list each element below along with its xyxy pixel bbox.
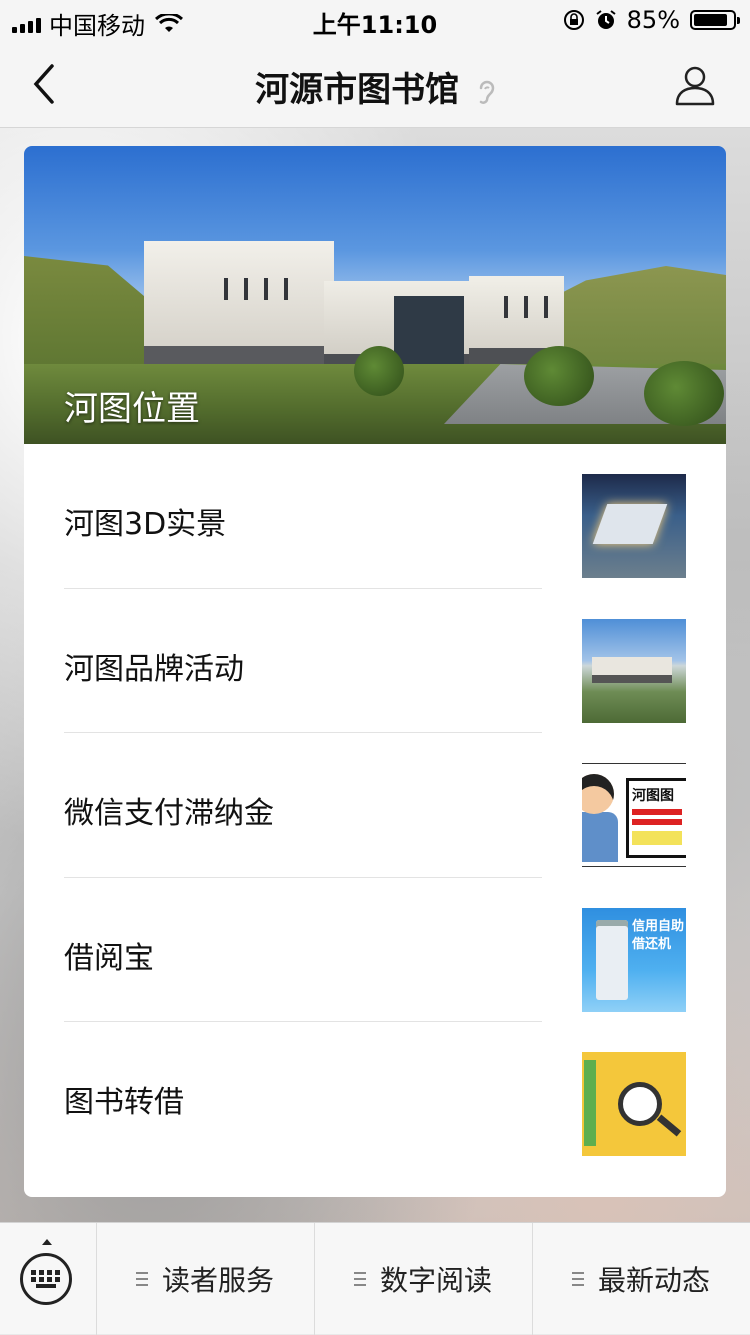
list-item-label: 借阅宝	[64, 940, 154, 976]
list-item-brand-activities[interactable]: 河图品牌活动	[24, 589, 726, 733]
menu-list: 河图3D实景 河图品牌活动 微信支付滞纳金 河图图 借阅宝 信用自助 借还机 图…	[24, 444, 726, 1167]
magnifier-poster-thumbnail	[582, 1052, 686, 1156]
window	[284, 278, 288, 300]
bottom-menu: 读者服务 数字阅读 最新动态	[0, 1222, 750, 1335]
list-item-borrow-treasure[interactable]: 借阅宝 信用自助 借还机	[24, 878, 726, 1022]
page-title-text: 河源市图书馆	[255, 70, 460, 110]
alarm-icon	[596, 10, 616, 29]
list-item-label: 微信支付滞纳金	[64, 796, 274, 831]
tree	[644, 361, 724, 426]
list-item-label: 图书转借	[64, 1085, 184, 1120]
tree	[354, 346, 404, 396]
listen-ear-icon	[479, 80, 495, 104]
window	[544, 296, 548, 318]
kiosk-thumbnail: 信用自助 借还机	[582, 907, 686, 1012]
window	[244, 278, 248, 300]
menu-lines-icon	[571, 1272, 584, 1286]
3d-building-thumbnail	[582, 474, 686, 578]
window	[524, 296, 528, 318]
battery-percent: 85%	[626, 6, 680, 34]
menu-card: 河图位置 河图3D实景 河图品牌活动 微信支付滞纳金 河图图 借阅宝 信用自助 …	[24, 146, 726, 1197]
navigation-bar: 河源市图书馆	[0, 40, 750, 128]
library-building-main	[144, 241, 334, 376]
kiosk-text: 信用自助 借还机	[632, 918, 685, 952]
library-location-banner[interactable]: 河图位置	[24, 146, 726, 444]
caret-up-icon	[42, 1239, 52, 1245]
window	[224, 278, 228, 300]
list-item-label: 河图品牌活动	[64, 651, 244, 687]
library-entrance	[394, 296, 464, 366]
keyboard-toggle-button[interactable]	[0, 1223, 97, 1335]
menu-lines-icon	[353, 1272, 366, 1286]
profile-icon[interactable]	[674, 64, 716, 106]
tab-digital-reading[interactable]: 数字阅读	[314, 1223, 533, 1335]
window	[504, 296, 508, 318]
cartoon-sign-thumbnail: 河图图	[582, 763, 686, 867]
status-bar: 中国移动 上午11:10 85%	[0, 0, 750, 40]
tab-label: 最新动态	[597, 1264, 710, 1297]
page-title: 河源市图书馆	[0, 62, 750, 111]
library-photo-thumbnail	[582, 618, 686, 723]
tab-label: 数字阅读	[379, 1264, 492, 1297]
list-item-3d-view[interactable]: 河图3D实景	[24, 444, 726, 589]
tab-reader-services[interactable]: 读者服务	[96, 1223, 315, 1335]
banner-caption: 河图位置	[64, 389, 200, 429]
window	[264, 278, 268, 300]
orientation-lock-icon	[563, 10, 584, 30]
battery-icon	[690, 10, 740, 30]
tab-label: 读者服务	[161, 1264, 274, 1297]
tab-latest-news[interactable]: 最新动态	[532, 1223, 750, 1335]
keyboard-icon	[20, 1253, 72, 1305]
list-item-book-transfer[interactable]: 图书转借	[24, 1022, 726, 1167]
menu-lines-icon	[135, 1272, 148, 1286]
list-item-wechat-pay-fine[interactable]: 微信支付滞纳金 河图图	[24, 733, 726, 878]
list-item-label: 河图3D实景	[64, 507, 227, 542]
sign-heading: 河图图	[632, 788, 674, 804]
tree	[524, 346, 594, 406]
